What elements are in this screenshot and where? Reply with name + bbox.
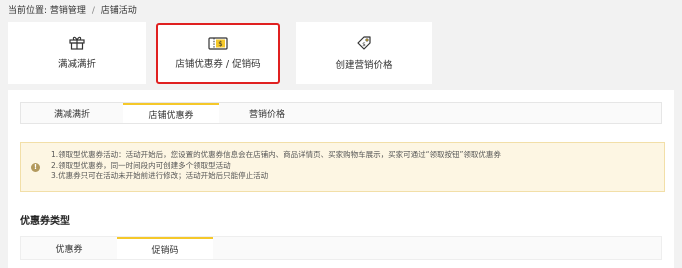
main-panel: 满减满折 店铺优惠券 营销价格 ! 1.领取型优惠券活动：活动开始后，您设置的优… xyxy=(8,90,674,268)
notice-line: 3.优惠券只可在活动未开始前进行修改；活动开始后只能停止活动 xyxy=(51,171,269,180)
notice-box: ! 1.领取型优惠券活动：活动开始后，您设置的优惠券信息会在店铺内、商品详情页、… xyxy=(20,142,665,192)
coupon-type-tabs: 优惠券 促销码 xyxy=(20,236,662,260)
svg-text:$: $ xyxy=(362,42,366,48)
notice-line: 2.领取型优惠券，同一时间段内可创建多个领取型活动 xyxy=(51,160,231,170)
activity-cards: 满减满折 $ 店铺优惠券 / 促销码 $ 创建营销价格 xyxy=(8,22,440,84)
tab-full-reduction[interactable]: 满减满折 xyxy=(21,103,123,123)
card-label-store-coupon: 店铺优惠券 / 促销码 xyxy=(175,59,261,70)
tab-store-coupon[interactable]: 店铺优惠券 xyxy=(123,103,219,123)
card-label-create-price: 创建营销价格 xyxy=(335,60,393,71)
coupon-type-title: 优惠券类型 xyxy=(20,216,70,227)
breadcrumb-label: 当前位置: xyxy=(8,6,48,16)
breadcrumb-item-marketing[interactable]: 营销管理 xyxy=(50,6,86,16)
card-label-full-reduction: 满减满折 xyxy=(57,59,96,70)
breadcrumb: 当前位置: 营销管理 / 店铺活动 xyxy=(8,3,137,16)
gift-icon xyxy=(69,36,85,50)
notice-line: 1.领取型优惠券活动：活动开始后，您设置的优惠券信息会在店铺内、商品详情页、买家… xyxy=(51,150,501,159)
info-icon: ! xyxy=(31,163,40,172)
card-full-reduction[interactable]: 满减满折 xyxy=(8,22,146,84)
coupon-icon: $ xyxy=(208,37,228,50)
tab-promo-code[interactable]: 促销码 xyxy=(117,237,213,259)
card-create-price[interactable]: $ 创建营销价格 xyxy=(296,22,432,84)
activity-tabs: 满减满折 店铺优惠券 营销价格 xyxy=(20,102,662,124)
price-tag-icon: $ xyxy=(356,35,372,51)
breadcrumb-item-store-activity: 店铺活动 xyxy=(100,6,137,16)
svg-text:$: $ xyxy=(218,40,222,48)
tab-coupon[interactable]: 优惠券 xyxy=(21,237,117,259)
breadcrumb-separator: / xyxy=(91,6,95,16)
tab-marketing-price[interactable]: 营销价格 xyxy=(219,103,315,123)
card-store-coupon[interactable]: $ 店铺优惠券 / 促销码 xyxy=(156,23,280,84)
